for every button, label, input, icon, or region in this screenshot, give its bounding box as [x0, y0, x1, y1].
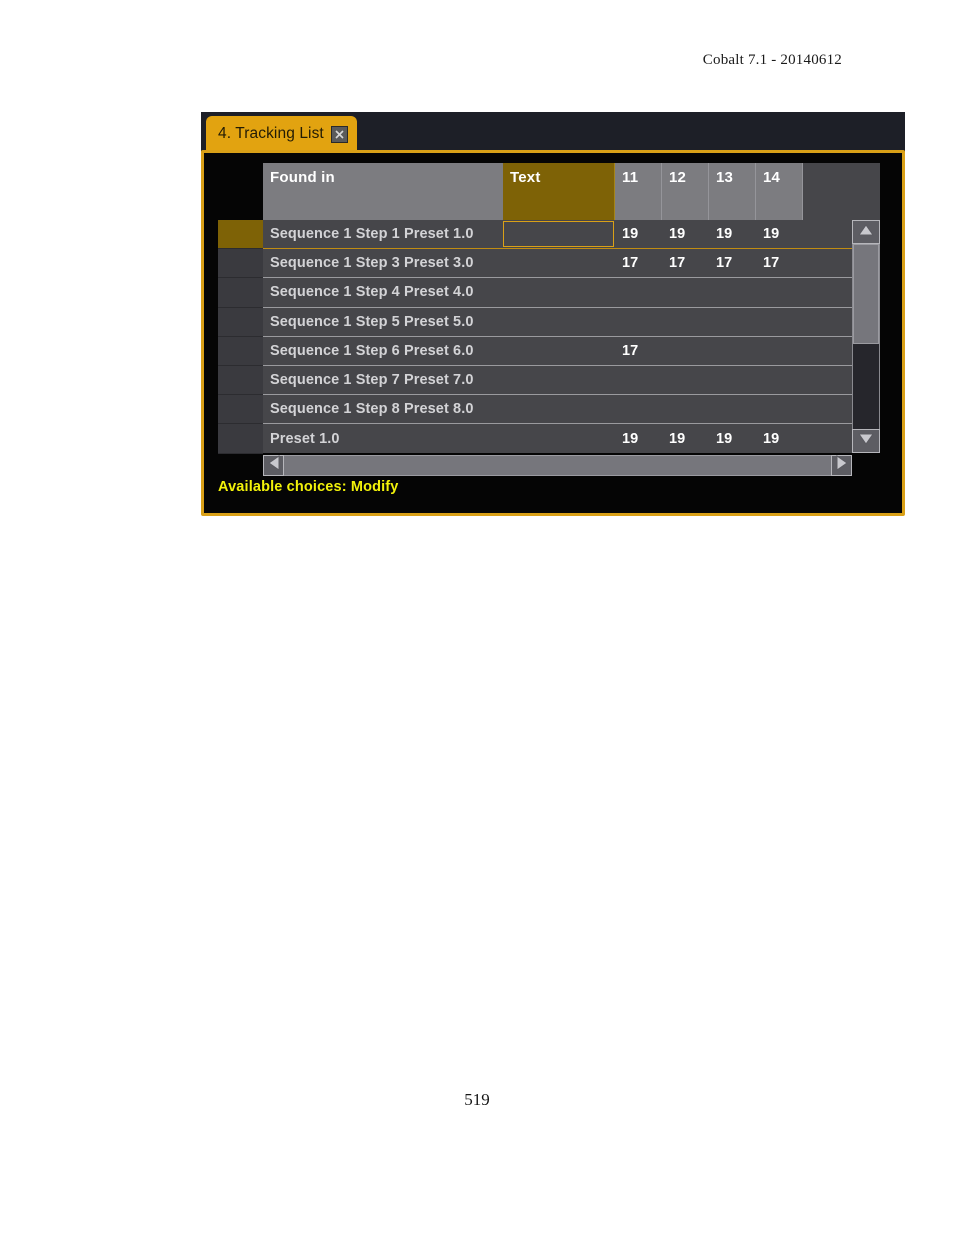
- cell-13[interactable]: 19: [709, 220, 756, 248]
- scroll-up-button[interactable]: [852, 220, 880, 244]
- cell-found-in[interactable]: Sequence 1 Step 1 Preset 1.0: [263, 220, 503, 248]
- close-icon[interactable]: [330, 125, 348, 143]
- cell-14[interactable]: 17: [756, 249, 803, 277]
- grid-area: Found in Text 11 12 13 14 Sequence 1 Ste…: [218, 163, 880, 476]
- triangle-left-icon: [267, 455, 280, 476]
- table-row[interactable]: Sequence 1 Step 8 Preset 8.0: [263, 395, 880, 425]
- scroll-down-button[interactable]: [852, 429, 880, 453]
- table-header-row: Found in Text 11 12 13 14: [263, 163, 803, 220]
- cell-14[interactable]: [756, 366, 803, 394]
- cell-13[interactable]: [709, 308, 756, 336]
- cell-found-in[interactable]: Sequence 1 Step 7 Preset 7.0: [263, 366, 503, 394]
- cell-12[interactable]: [662, 337, 709, 365]
- table-header-filler: [803, 163, 880, 220]
- cell-11[interactable]: [615, 395, 662, 423]
- tracking-list-table: Found in Text 11 12 13 14 Sequence 1 Ste…: [218, 163, 880, 476]
- cell-11[interactable]: [615, 278, 662, 306]
- cell-14[interactable]: [756, 337, 803, 365]
- row-selector[interactable]: [218, 249, 263, 279]
- cell-12[interactable]: 19: [662, 424, 709, 453]
- triangle-right-icon: [836, 455, 848, 476]
- cell-12[interactable]: [662, 395, 709, 423]
- tab-label: 4. Tracking List: [218, 125, 324, 142]
- cell-14[interactable]: [756, 308, 803, 336]
- cell-found-in[interactable]: Sequence 1 Step 4 Preset 4.0: [263, 278, 503, 306]
- cell-14[interactable]: 19: [756, 424, 803, 453]
- cell-14[interactable]: [756, 278, 803, 306]
- tab-strip: 4. Tracking List: [201, 112, 905, 152]
- cell-text[interactable]: [503, 337, 615, 365]
- cell-12[interactable]: 19: [662, 220, 709, 248]
- table-row[interactable]: Sequence 1 Step 3 Preset 3.0 17 17 17 17: [263, 249, 880, 279]
- document-header: Cobalt 7.1 - 20140612: [702, 52, 842, 68]
- column-header-14[interactable]: 14: [756, 163, 803, 220]
- scroll-left-button[interactable]: [263, 455, 284, 476]
- cell-11[interactable]: [615, 308, 662, 336]
- column-header-text[interactable]: Text: [503, 163, 615, 220]
- column-header-11[interactable]: 11: [615, 163, 662, 220]
- cell-11[interactable]: [615, 366, 662, 394]
- cell-text[interactable]: [503, 249, 615, 277]
- cell-13[interactable]: 19: [709, 424, 756, 453]
- table-row[interactable]: Sequence 1 Step 4 Preset 4.0: [263, 278, 880, 308]
- cell-found-in[interactable]: Sequence 1 Step 6 Preset 6.0: [263, 337, 503, 365]
- cell-text[interactable]: [503, 395, 615, 423]
- row-selector[interactable]: [218, 220, 263, 250]
- row-selector[interactable]: [218, 278, 263, 308]
- vertical-scroll-thumb[interactable]: [853, 244, 879, 344]
- cell-11[interactable]: 19: [615, 424, 662, 453]
- cell-12[interactable]: [662, 278, 709, 306]
- triangle-down-icon: [858, 432, 874, 450]
- page-number: 519: [464, 1090, 490, 1109]
- row-selector[interactable]: [218, 365, 263, 396]
- cell-12[interactable]: [662, 308, 709, 336]
- scroll-right-button[interactable]: [831, 455, 852, 476]
- row-selector[interactable]: [218, 307, 263, 337]
- row-selector[interactable]: [218, 336, 263, 366]
- cell-found-in[interactable]: Sequence 1 Step 8 Preset 8.0: [263, 395, 503, 423]
- table-row[interactable]: Preset 1.0 19 19 19 19: [263, 424, 880, 453]
- triangle-up-icon: [858, 223, 874, 241]
- vertical-scroll-track[interactable]: [852, 244, 880, 429]
- cell-14[interactable]: [756, 395, 803, 423]
- cell-11[interactable]: 17: [615, 337, 662, 365]
- cell-11[interactable]: 17: [615, 249, 662, 277]
- horizontal-scroll-thumb[interactable]: [284, 455, 831, 476]
- cell-text[interactable]: [503, 424, 615, 453]
- table-row[interactable]: Sequence 1 Step 6 Preset 6.0 17: [263, 337, 880, 366]
- status-bar: Available choices: Modify: [218, 475, 858, 499]
- row-selector[interactable]: [218, 424, 263, 454]
- horizontal-scrollbar[interactable]: [263, 455, 852, 476]
- column-header-13[interactable]: 13: [709, 163, 756, 220]
- cell-text[interactable]: [503, 278, 615, 306]
- table-body: Sequence 1 Step 1 Preset 1.0 19 19 19 19…: [263, 220, 880, 453]
- row-selector[interactable]: [218, 395, 263, 425]
- vertical-scrollbar[interactable]: [852, 220, 880, 453]
- text-edit-field[interactable]: [503, 221, 614, 247]
- cell-11[interactable]: 19: [615, 220, 662, 248]
- cell-13[interactable]: [709, 395, 756, 423]
- cell-14[interactable]: 19: [756, 220, 803, 248]
- tracking-list-window: 4. Tracking List Found in Text 11 12 13 …: [201, 112, 905, 516]
- cell-13[interactable]: [709, 366, 756, 394]
- cell-text[interactable]: [503, 366, 615, 394]
- table-row[interactable]: Sequence 1 Step 5 Preset 5.0: [263, 308, 880, 337]
- row-selector-gutter: [218, 220, 263, 454]
- cell-found-in[interactable]: Preset 1.0: [263, 424, 503, 453]
- column-header-12[interactable]: 12: [662, 163, 709, 220]
- table-row[interactable]: Sequence 1 Step 7 Preset 7.0: [263, 366, 880, 396]
- cell-found-in[interactable]: Sequence 1 Step 3 Preset 3.0: [263, 249, 503, 277]
- available-choices-text: Available choices: Modify: [218, 479, 399, 495]
- cell-12[interactable]: [662, 366, 709, 394]
- table-row[interactable]: Sequence 1 Step 1 Preset 1.0 19 19 19 19: [263, 220, 880, 250]
- tab-tracking-list[interactable]: 4. Tracking List: [206, 116, 357, 152]
- cell-13[interactable]: 17: [709, 249, 756, 277]
- cell-text[interactable]: [503, 308, 615, 336]
- cell-found-in[interactable]: Sequence 1 Step 5 Preset 5.0: [263, 308, 503, 336]
- cell-12[interactable]: 17: [662, 249, 709, 277]
- panel-body: Found in Text 11 12 13 14 Sequence 1 Ste…: [201, 150, 905, 516]
- cell-13[interactable]: [709, 278, 756, 306]
- column-header-found-in[interactable]: Found in: [263, 163, 503, 220]
- cell-13[interactable]: [709, 337, 756, 365]
